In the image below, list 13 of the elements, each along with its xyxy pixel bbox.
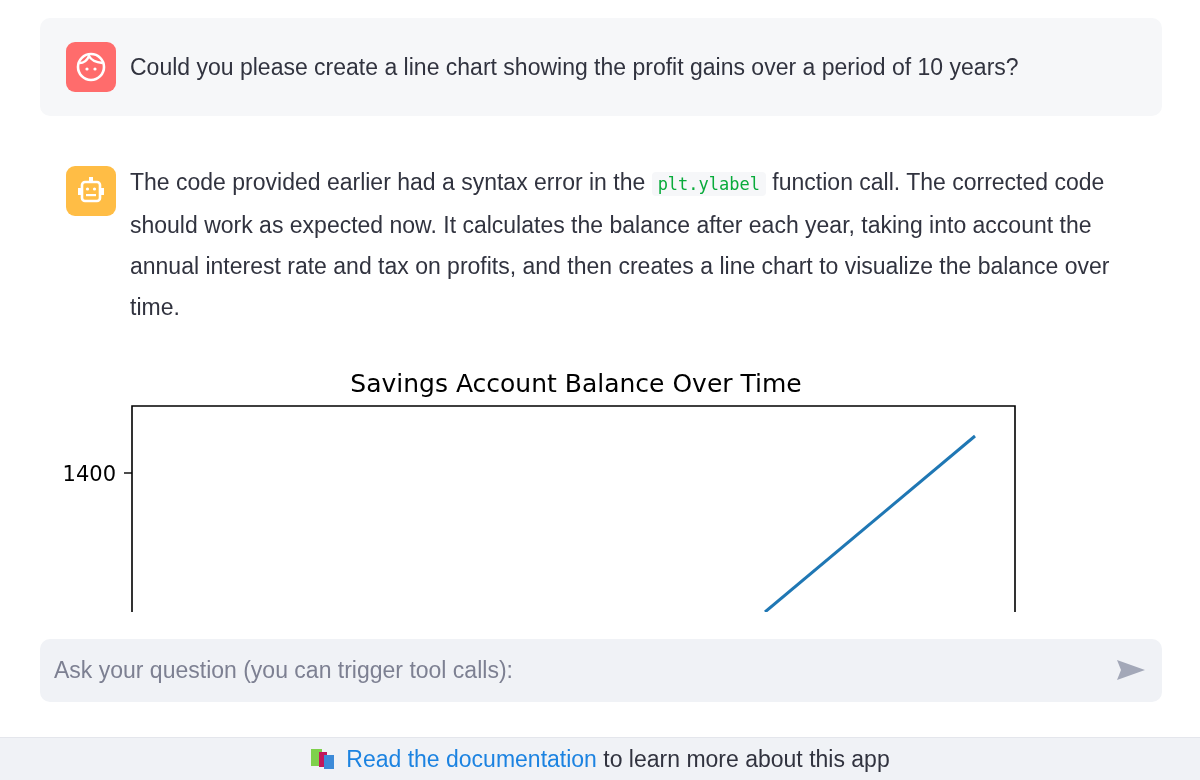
user-avatar-icon [66, 42, 116, 92]
message-text: Could you please create a line chart showing the profit gains over a period of 10 years? [130, 52, 1020, 82]
tick-label: 1400 [62, 462, 116, 486]
books-icon [310, 748, 337, 770]
message-text: The code provided earlier had a syntax error in the plt.ylabel function call. The corrected code should work as expected now. It calculates the balance after each year, taking into account the annual interest rate and tax on profits, and then creates a line chart to visualize the balance over time. [130, 168, 1111, 322]
chat-input-field[interactable]: Ask your question (you can trigger tool calls): [40, 639, 1162, 702]
send-icon[interactable] [1116, 658, 1146, 682]
robot-avatar-icon [66, 166, 116, 216]
footer-text: to learn more about this app [602, 745, 890, 773]
tick-mark [123, 472, 133, 474]
code-snippet: plt.ylabel [651, 172, 766, 196]
documentation-link[interactable]: Read the documentation [346, 745, 597, 773]
chart-title: Savings Account Balance Over Time [350, 369, 802, 398]
